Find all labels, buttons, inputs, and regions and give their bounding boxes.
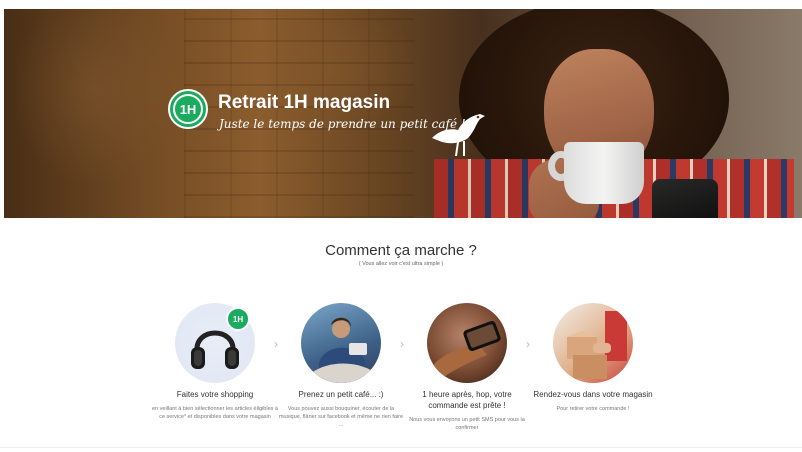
step-description: Nous vous envoyons un petit SMS pour vou… xyxy=(409,417,525,431)
step-ready: 1 heure après, hop, votre commande est p… xyxy=(402,303,532,432)
delivery-boxes-image xyxy=(553,303,633,383)
retrait-1h-badge-icon: 1H xyxy=(168,89,208,129)
divider xyxy=(0,447,802,448)
section-title: Comment ça marche ? xyxy=(325,242,477,259)
step-title: Faites votre shopping xyxy=(176,390,254,399)
hero-title: Retrait 1H magasin xyxy=(218,92,391,113)
step-description: en veillant à bien sélectionner les arti… xyxy=(152,406,278,420)
step-coffee: Prenez un petit café... :) Vous pouvez a… xyxy=(276,303,406,429)
step-title: Rendez-vous dans votre magasin xyxy=(533,390,653,399)
delivery-boxes-illustration xyxy=(567,311,627,379)
hand-with-phone-image xyxy=(427,303,507,383)
hero-banner xyxy=(4,9,802,218)
section-subtitle: ( Vous allez voir c'est ultra simple ) xyxy=(358,261,444,267)
step-title: Prenez un petit café... :) xyxy=(298,390,384,399)
1h-badge-icon: 1H xyxy=(226,307,250,331)
woman-relaxing-image xyxy=(301,303,381,383)
auchan-bird-icon xyxy=(432,114,485,157)
badge-text: 1H xyxy=(173,94,203,124)
step-store: Rendez-vous dans votre magasin Pour reti… xyxy=(528,303,658,413)
hand-phone-illustration xyxy=(433,320,501,379)
step-title: 1 heure après, hop, votre commande est p… xyxy=(422,390,512,410)
step-shopping: Faites votre shopping en veillant à bien… xyxy=(150,303,280,421)
woman-relaxing-illustration xyxy=(311,317,379,383)
step-description: Pour retirer votre commande ! xyxy=(556,406,630,412)
step-description: Vous pouvez aussi bouquiner, écouter de … xyxy=(278,406,404,428)
hero-overlay xyxy=(4,9,802,218)
